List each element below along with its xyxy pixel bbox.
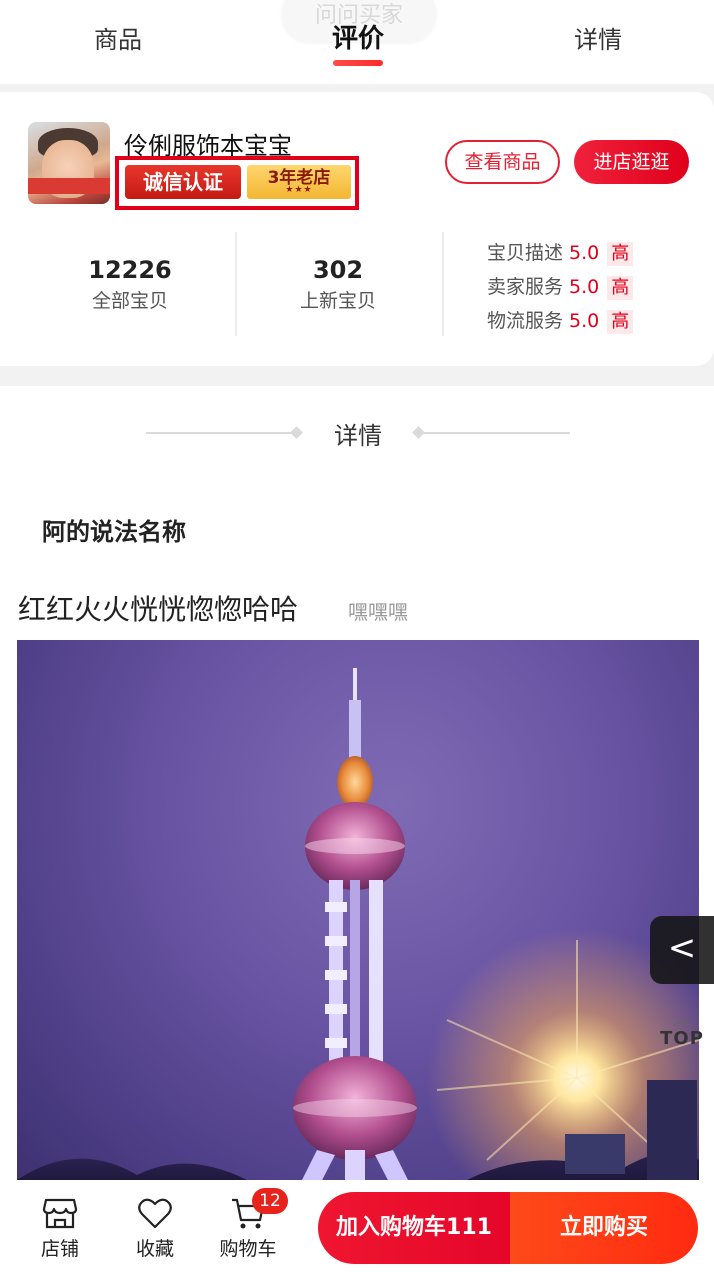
details-sub-heading: 阿的说法名称 (42, 518, 186, 546)
tab-goods[interactable]: 商品 (38, 20, 198, 55)
store-label: 店铺 (40, 1238, 79, 1260)
top-tab-bar: 问问买家 商品 评价 详情 (0, 0, 714, 84)
tab-reviews[interactable]: 评价 (278, 18, 438, 55)
shop-avatar[interactable] (28, 122, 110, 204)
rating-score: 5.0 (569, 242, 600, 264)
add-to-cart-button[interactable]: 加入购物车111 (318, 1192, 510, 1264)
rating-logistics: 物流服务 5.0 高 (487, 306, 634, 334)
product-subtitle: 嘿嘿嘿 (348, 600, 408, 624)
favorite-label: 收藏 (135, 1238, 174, 1260)
details-section-title: 详情 (0, 416, 714, 452)
enter-store-button[interactable]: 进店逛逛 (574, 140, 689, 184)
chevron-up-icon: ︿ (673, 1009, 691, 1030)
bottom-action-bar: 店铺 收藏 购物车 12 加入购物车111 立即购买 (0, 1180, 714, 1274)
back-to-top-button[interactable]: ︿ TOP (656, 1009, 708, 1058)
stat-divider (442, 232, 444, 336)
avatar-scarf (28, 178, 110, 194)
details-content: 详情 阿的说法名称 红红火火恍恍惚惚哈哈 嘿嘿嘿 (0, 386, 714, 1274)
rating-score: 5.0 (569, 276, 600, 298)
stat-all-items-value: 12226 (88, 256, 172, 284)
tower-night-illustration (17, 668, 699, 1190)
details-title-text: 详情 (334, 422, 382, 450)
stat-new-items-value: 302 (312, 256, 364, 284)
certified-badge: 诚信认证 (125, 165, 241, 199)
stat-all-items[interactable]: 12226 全部宝贝 (30, 256, 230, 313)
back-to-top-label: TOP (660, 1028, 704, 1049)
shop-badges-highlight: 诚信认证 3年老店 ★★★ (115, 156, 359, 210)
rating-label: 物流服务 (487, 310, 564, 332)
favorite-button[interactable]: 收藏 (115, 1194, 195, 1261)
rating-label: 宝贝描述 (487, 242, 564, 264)
rating-level: 高 (607, 310, 634, 334)
title-line-left (146, 432, 296, 434)
app-root: 问问买家 商品 评价 详情 伶俐服饰本宝宝 诚信认证 3年老店 ★★★ 查看商品… (0, 0, 714, 1274)
stat-new-items-label: 上新宝贝 (299, 290, 376, 312)
rating-label: 卖家服务 (487, 276, 564, 298)
cart-count-badge: 12 (252, 1188, 288, 1214)
tab-details[interactable]: 详情 (518, 20, 678, 55)
store-nav-button[interactable]: 店铺 (20, 1194, 100, 1261)
store-icon (20, 1194, 100, 1232)
rating-level: 高 (607, 276, 634, 300)
product-title: 红红火火恍恍惚惚哈哈 (18, 593, 299, 626)
years-badge: 3年老店 ★★★ (247, 165, 351, 199)
stat-divider (235, 232, 237, 336)
years-badge-stars: ★★★ (285, 185, 313, 195)
active-tab-indicator (333, 60, 383, 66)
heart-icon (115, 1194, 195, 1232)
rating-service: 卖家服务 5.0 高 (487, 272, 634, 300)
stat-all-items-label: 全部宝贝 (91, 290, 168, 312)
rating-level: 高 (607, 242, 634, 266)
rating-description: 宝贝描述 5.0 高 (487, 238, 634, 266)
buy-now-button[interactable]: 立即购买 (510, 1192, 698, 1264)
cart-label: 购物车 (219, 1238, 277, 1260)
product-photo[interactable] (17, 640, 699, 1190)
collapse-side-arrow-icon[interactable]: < (650, 916, 714, 984)
cart-nav-button[interactable]: 购物车 12 (208, 1188, 288, 1261)
stat-new-items[interactable]: 302 上新宝贝 (238, 256, 438, 313)
title-line-right (420, 432, 570, 434)
shop-card: 伶俐服饰本宝宝 诚信认证 3年老店 ★★★ 查看商品 进店逛逛 12226 全部… (0, 92, 714, 366)
rating-score: 5.0 (569, 310, 600, 332)
view-goods-button[interactable]: 查看商品 (445, 140, 560, 184)
